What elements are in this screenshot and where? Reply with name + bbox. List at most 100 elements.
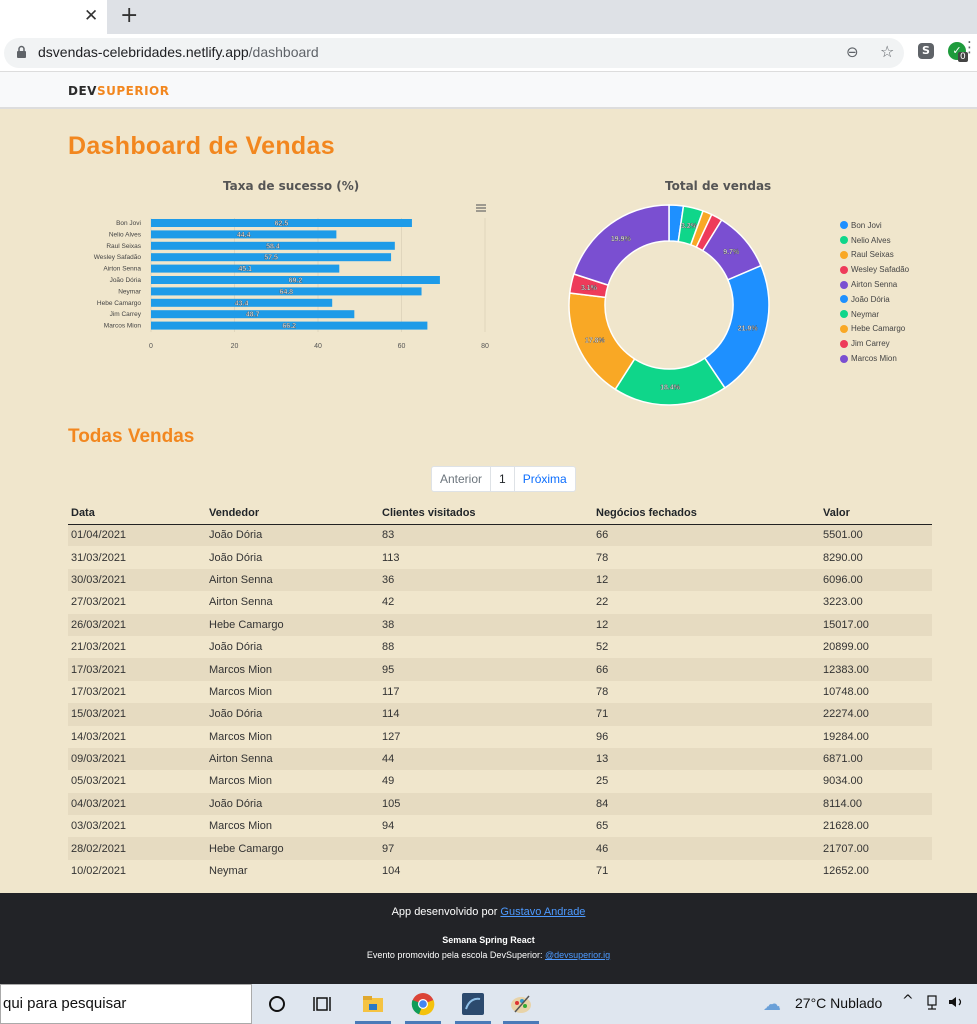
table-cell: Marcos Mion xyxy=(209,730,272,743)
table-cell: 26/03/2021 xyxy=(71,618,127,631)
bar-value-label: 62.5 xyxy=(275,221,289,228)
table-cell: 46 xyxy=(596,842,609,855)
chrome-icon[interactable] xyxy=(411,992,435,1016)
table-cell: 38 xyxy=(382,618,395,631)
footer-dev-link[interactable]: Gustavo Andrade xyxy=(500,906,585,918)
table-cell: 42 xyxy=(382,596,395,609)
bar-value-label: 43.4 xyxy=(235,300,249,307)
skype-extension-icon[interactable]: S xyxy=(918,43,934,59)
legend-label: Jim Carrey xyxy=(851,339,890,349)
omnibox[interactable]: dsvendas-celebridades.netlify.app/dashbo… xyxy=(4,38,904,68)
devsuperior-logo[interactable]: DEVSUPERIOR xyxy=(68,84,169,98)
bookmark-star-icon[interactable]: ☆ xyxy=(880,42,894,61)
cortana-circle-icon[interactable] xyxy=(265,992,289,1016)
cloudy-weather-icon[interactable]: ☁ xyxy=(763,994,781,1015)
footer-promo-line: Evento promovido pela escola DevSuperior… xyxy=(0,950,977,960)
table-cell: 20899.00 xyxy=(823,641,869,654)
legend-item[interactable]: Jim Carrey xyxy=(840,336,909,351)
url-domain: dsvendas-celebridades.netlify.app xyxy=(38,44,249,60)
url-path: /dashboard xyxy=(248,44,319,60)
table-cell: 01/04/2021 xyxy=(71,529,127,542)
legend-swatch xyxy=(840,221,848,230)
legend-item[interactable]: Hebe Camargo xyxy=(840,322,909,337)
url-text[interactable]: dsvendas-celebridades.netlify.app/dashbo… xyxy=(38,44,319,60)
legend-item[interactable]: Nelio Alves xyxy=(840,233,909,248)
slice-value-label: 3.1% xyxy=(581,285,598,292)
weather-text[interactable]: 27°C Nublado xyxy=(795,995,882,1011)
table-cell: Marcos Mion xyxy=(209,685,272,698)
table-cell: 78 xyxy=(596,685,609,698)
y-category-label: Neymar xyxy=(118,288,142,295)
chart-menu-icon[interactable] xyxy=(476,204,486,212)
legend-swatch xyxy=(840,310,848,319)
table-cell: 10/02/2021 xyxy=(71,865,127,878)
new-tab-icon[interactable]: + xyxy=(120,4,138,28)
legend-item[interactable]: Airton Senna xyxy=(840,277,909,292)
pagination-next-button[interactable]: Próxima xyxy=(515,467,575,491)
legend-label: Marcos Mion xyxy=(851,354,897,364)
pagination-previous-button[interactable]: Anterior xyxy=(432,467,492,491)
table-cell: 27/03/2021 xyxy=(71,596,127,609)
task-view-icon[interactable] xyxy=(311,992,335,1016)
browser-menu-icon[interactable]: ⋮ xyxy=(962,40,977,55)
table-cell: 94 xyxy=(382,820,395,833)
pagination-page-1[interactable]: 1 xyxy=(491,467,515,491)
mysql-workbench-icon[interactable] xyxy=(461,992,485,1016)
legend-item[interactable]: Raul Seixas xyxy=(840,248,909,263)
y-category-label: Bon Jovi xyxy=(116,220,141,227)
table-cell: 84 xyxy=(596,797,609,810)
legend-item[interactable]: Neymar xyxy=(840,307,909,322)
footer-dev-line: App desenvolvido por Gustavo Andrade xyxy=(0,906,977,918)
volume-icon[interactable] xyxy=(947,994,965,1010)
app-navbar: DEVSUPERIOR xyxy=(0,72,977,109)
legend-item[interactable]: João Dória xyxy=(840,292,909,307)
legend-item[interactable]: Wesley Safadão xyxy=(840,262,909,277)
donut-legend: Bon Jovi Nelio Alves Raul Seixas Wesley Saf… xyxy=(840,218,909,366)
table-row: 17/03/2021 Marcos Mion 95 66 12383.00 xyxy=(68,658,932,681)
table-cell: 04/03/2021 xyxy=(71,797,127,810)
footer-promo-link[interactable]: @devsuperior.ig xyxy=(545,950,610,960)
table-cell: 3223.00 xyxy=(823,596,863,609)
logo-superior-text: SUPERIOR xyxy=(96,84,170,98)
table-row: 31/03/2021 João Dória 113 78 8290.00 xyxy=(68,546,932,568)
footer-dev-text: App desenvolvido por xyxy=(391,906,501,918)
table-row: 04/03/2021 João Dória 105 84 8114.00 xyxy=(68,792,932,816)
table-cell: 8290.00 xyxy=(823,551,863,564)
paint-icon[interactable] xyxy=(509,992,533,1016)
table-cell: 31/03/2021 xyxy=(71,551,127,564)
table-cell: 8114.00 xyxy=(823,797,862,810)
footer-promo-text: Evento promovido pela escola DevSuperior… xyxy=(366,950,545,960)
table-cell: 13 xyxy=(596,753,609,766)
table-row: 21/03/2021 João Dória 88 52 20899.00 xyxy=(68,636,932,658)
table-row: 27/03/2021 Airton Senna 42 22 3223.00 xyxy=(68,591,932,613)
table-cell: 71 xyxy=(596,865,609,878)
table-cell: 14/03/2021 xyxy=(71,730,127,743)
table-cell: 21/03/2021 xyxy=(71,641,127,654)
network-icon[interactable] xyxy=(926,994,940,1010)
table-cell: 28/02/2021 xyxy=(71,842,127,855)
legend-item[interactable]: Bon Jovi xyxy=(840,218,909,233)
table-cell: João Dória xyxy=(209,529,263,542)
legend-label: João Dória xyxy=(851,294,890,304)
browser-tab[interactable]: ✕ xyxy=(0,0,107,34)
table-cell: 09/03/2021 xyxy=(71,753,127,766)
sales-section-title: Todas Vendas xyxy=(68,426,195,447)
table-cell: 96 xyxy=(596,730,609,743)
x-tick-label: 0 xyxy=(149,343,153,350)
show-hidden-icons-icon[interactable]: ^ xyxy=(902,993,914,1009)
donut-slice[interactable] xyxy=(614,357,726,406)
bar-value-label: 58.4 xyxy=(266,243,280,250)
table-cell: 22 xyxy=(596,596,609,609)
taskbar-search-box[interactable]: qui para pesquisar xyxy=(0,984,252,1024)
close-tab-icon[interactable]: ✕ xyxy=(84,6,98,26)
legend-item[interactable]: Marcos Mion xyxy=(840,351,909,366)
donut-slice[interactable] xyxy=(572,204,670,287)
zoom-icon[interactable]: ⊖ xyxy=(846,43,859,61)
table-cell: 104 xyxy=(382,865,401,878)
table-cell: 05/03/2021 xyxy=(71,775,127,788)
table-cell: Airton Senna xyxy=(209,596,273,609)
table-cell: 97 xyxy=(382,842,395,855)
file-explorer-icon[interactable] xyxy=(361,992,385,1016)
table-cell: 12652.00 xyxy=(823,865,869,878)
legend-swatch xyxy=(840,295,848,304)
